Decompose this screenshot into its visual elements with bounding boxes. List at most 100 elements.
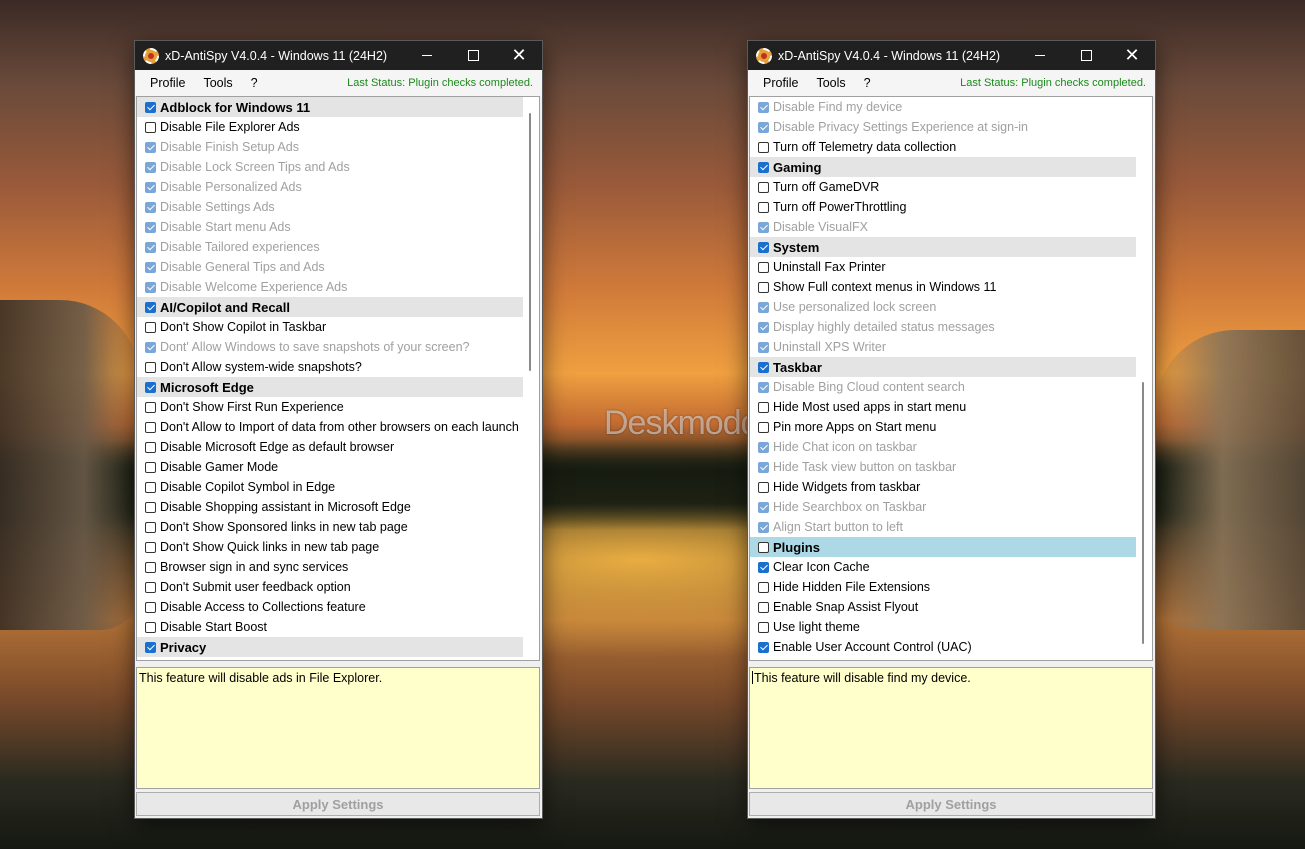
option-checkbox[interactable] xyxy=(758,281,769,293)
option-row[interactable]: Disable Tailored experiences xyxy=(137,237,523,257)
option-checkbox[interactable] xyxy=(758,141,769,153)
option-checkbox[interactable] xyxy=(758,641,769,653)
category-checkbox[interactable] xyxy=(145,381,156,393)
option-row[interactable]: Disable Start Boost xyxy=(137,617,523,637)
option-checkbox[interactable] xyxy=(758,181,769,193)
option-checkbox[interactable] xyxy=(758,121,769,133)
option-checkbox[interactable] xyxy=(145,521,156,533)
option-row[interactable]: Don't Allow system-wide snapshots? xyxy=(137,357,523,377)
category-header[interactable]: Microsoft Edge xyxy=(137,377,523,397)
minimize-button[interactable] xyxy=(1017,41,1063,70)
option-checkbox[interactable] xyxy=(145,181,156,193)
option-checkbox[interactable] xyxy=(758,401,769,413)
option-checkbox[interactable] xyxy=(758,101,769,113)
option-row[interactable]: Hide Task view button on taskbar xyxy=(750,457,1136,477)
option-row[interactable]: Hide Searchbox on Taskbar xyxy=(750,497,1136,517)
option-row[interactable]: Disable Bing Cloud content search xyxy=(750,377,1136,397)
option-row[interactable]: Pin more Apps on Start menu xyxy=(750,417,1136,437)
category-checkbox[interactable] xyxy=(758,241,769,253)
option-row[interactable]: Don't Show Copilot in Taskbar xyxy=(137,317,523,337)
option-checkbox[interactable] xyxy=(758,621,769,633)
option-checkbox[interactable] xyxy=(145,461,156,473)
option-row[interactable]: Disable Gamer Mode xyxy=(137,457,523,477)
category-checkbox[interactable] xyxy=(145,101,156,113)
option-checkbox[interactable] xyxy=(758,521,769,533)
option-checkbox[interactable] xyxy=(758,301,769,313)
option-checkbox[interactable] xyxy=(758,341,769,353)
scrollbar-thumb[interactable] xyxy=(1142,382,1144,644)
minimize-button[interactable] xyxy=(404,41,450,70)
option-row[interactable]: Disable Settings Ads xyxy=(137,197,523,217)
option-checkbox[interactable] xyxy=(145,161,156,173)
option-checkbox[interactable] xyxy=(758,261,769,273)
option-checkbox[interactable] xyxy=(758,561,769,573)
option-row[interactable]: Show Full context menus in Windows 11 xyxy=(750,277,1136,297)
option-row[interactable]: Align Start button to left xyxy=(750,517,1136,537)
option-checkbox[interactable] xyxy=(758,461,769,473)
maximize-button[interactable] xyxy=(450,41,496,70)
category-header[interactable]: System xyxy=(750,237,1136,257)
option-checkbox[interactable] xyxy=(758,581,769,593)
option-row[interactable]: Disable Access to Collections feature xyxy=(137,597,523,617)
category-checkbox[interactable] xyxy=(758,361,769,373)
option-row[interactable]: Uninstall Fax Printer xyxy=(750,257,1136,277)
option-checkbox[interactable] xyxy=(145,541,156,553)
option-row[interactable]: Hide Most used apps in start menu xyxy=(750,397,1136,417)
option-checkbox[interactable] xyxy=(758,601,769,613)
scrollbar[interactable] xyxy=(1136,97,1150,660)
title-bar[interactable]: xD-AntiSpy V4.0.4 - Windows 11 (24H2) ✕ xyxy=(748,41,1155,70)
option-checkbox[interactable] xyxy=(145,141,156,153)
option-row[interactable]: Disable Microsoft Edge as default browse… xyxy=(137,437,523,457)
category-header[interactable]: Taskbar xyxy=(750,357,1136,377)
close-button[interactable]: ✕ xyxy=(1109,41,1155,70)
option-checkbox[interactable] xyxy=(145,221,156,233)
option-checkbox[interactable] xyxy=(758,441,769,453)
option-row[interactable]: Enable User Account Control (UAC) xyxy=(750,637,1136,657)
option-row[interactable]: Disable Personalized Ads xyxy=(137,177,523,197)
description-box[interactable]: This feature will disable find my device… xyxy=(749,667,1153,789)
option-row[interactable]: Turn off Telemetry data collection xyxy=(750,137,1136,157)
option-row[interactable]: Uninstall XPS Writer xyxy=(750,337,1136,357)
option-checkbox[interactable] xyxy=(758,501,769,513)
option-checkbox[interactable] xyxy=(758,421,769,433)
option-checkbox[interactable] xyxy=(145,501,156,513)
option-row[interactable]: Hide Chat icon on taskbar xyxy=(750,437,1136,457)
option-row[interactable]: Use personalized lock screen xyxy=(750,297,1136,317)
option-checkbox[interactable] xyxy=(145,321,156,333)
option-checkbox[interactable] xyxy=(145,601,156,613)
category-checkbox[interactable] xyxy=(145,641,156,653)
option-checkbox[interactable] xyxy=(145,561,156,573)
option-row[interactable]: Disable Lock Screen Tips and Ads xyxy=(137,157,523,177)
option-row[interactable]: Disable Welcome Experience Ads xyxy=(137,277,523,297)
category-checkbox[interactable] xyxy=(758,541,769,553)
option-row[interactable]: Turn off PowerThrottling xyxy=(750,197,1136,217)
maximize-button[interactable] xyxy=(1063,41,1109,70)
option-row[interactable]: Clear Icon Cache xyxy=(750,557,1136,577)
option-row[interactable]: Display highly detailed status messages xyxy=(750,317,1136,337)
option-row[interactable]: Don't Show Sponsored links in new tab pa… xyxy=(137,517,523,537)
menu-tools[interactable]: Tools xyxy=(807,76,854,90)
option-row[interactable]: Disable Find my device xyxy=(750,97,1136,117)
category-checkbox[interactable] xyxy=(145,301,156,313)
option-checkbox[interactable] xyxy=(145,121,156,133)
category-header[interactable]: Privacy xyxy=(137,637,523,657)
option-checkbox[interactable] xyxy=(145,341,156,353)
option-checkbox[interactable] xyxy=(145,281,156,293)
option-row[interactable]: Don't Show First Run Experience xyxy=(137,397,523,417)
option-row[interactable]: Don't Show Quick links in new tab page xyxy=(137,537,523,557)
option-checkbox[interactable] xyxy=(145,421,156,433)
option-row[interactable]: Disable Shopping assistant in Microsoft … xyxy=(137,497,523,517)
option-row[interactable]: Enable Snap Assist Flyout xyxy=(750,597,1136,617)
menu-tools[interactable]: Tools xyxy=(194,76,241,90)
option-checkbox[interactable] xyxy=(758,221,769,233)
apply-settings-button[interactable]: Apply Settings xyxy=(136,792,540,816)
feature-list[interactable]: Disable Find my device Disable Privacy Se… xyxy=(749,96,1153,661)
close-button[interactable]: ✕ xyxy=(496,41,542,70)
option-row[interactable]: Disable VisualFX xyxy=(750,217,1136,237)
apply-settings-button[interactable]: Apply Settings xyxy=(749,792,1153,816)
option-row[interactable]: Turn off GameDVR xyxy=(750,177,1136,197)
option-row[interactable]: Dont' Allow Windows to save snapshots of… xyxy=(137,337,523,357)
option-row[interactable]: Browser sign in and sync services xyxy=(137,557,523,577)
category-header[interactable]: Gaming xyxy=(750,157,1136,177)
option-row[interactable]: Disable Copilot Symbol in Edge xyxy=(137,477,523,497)
